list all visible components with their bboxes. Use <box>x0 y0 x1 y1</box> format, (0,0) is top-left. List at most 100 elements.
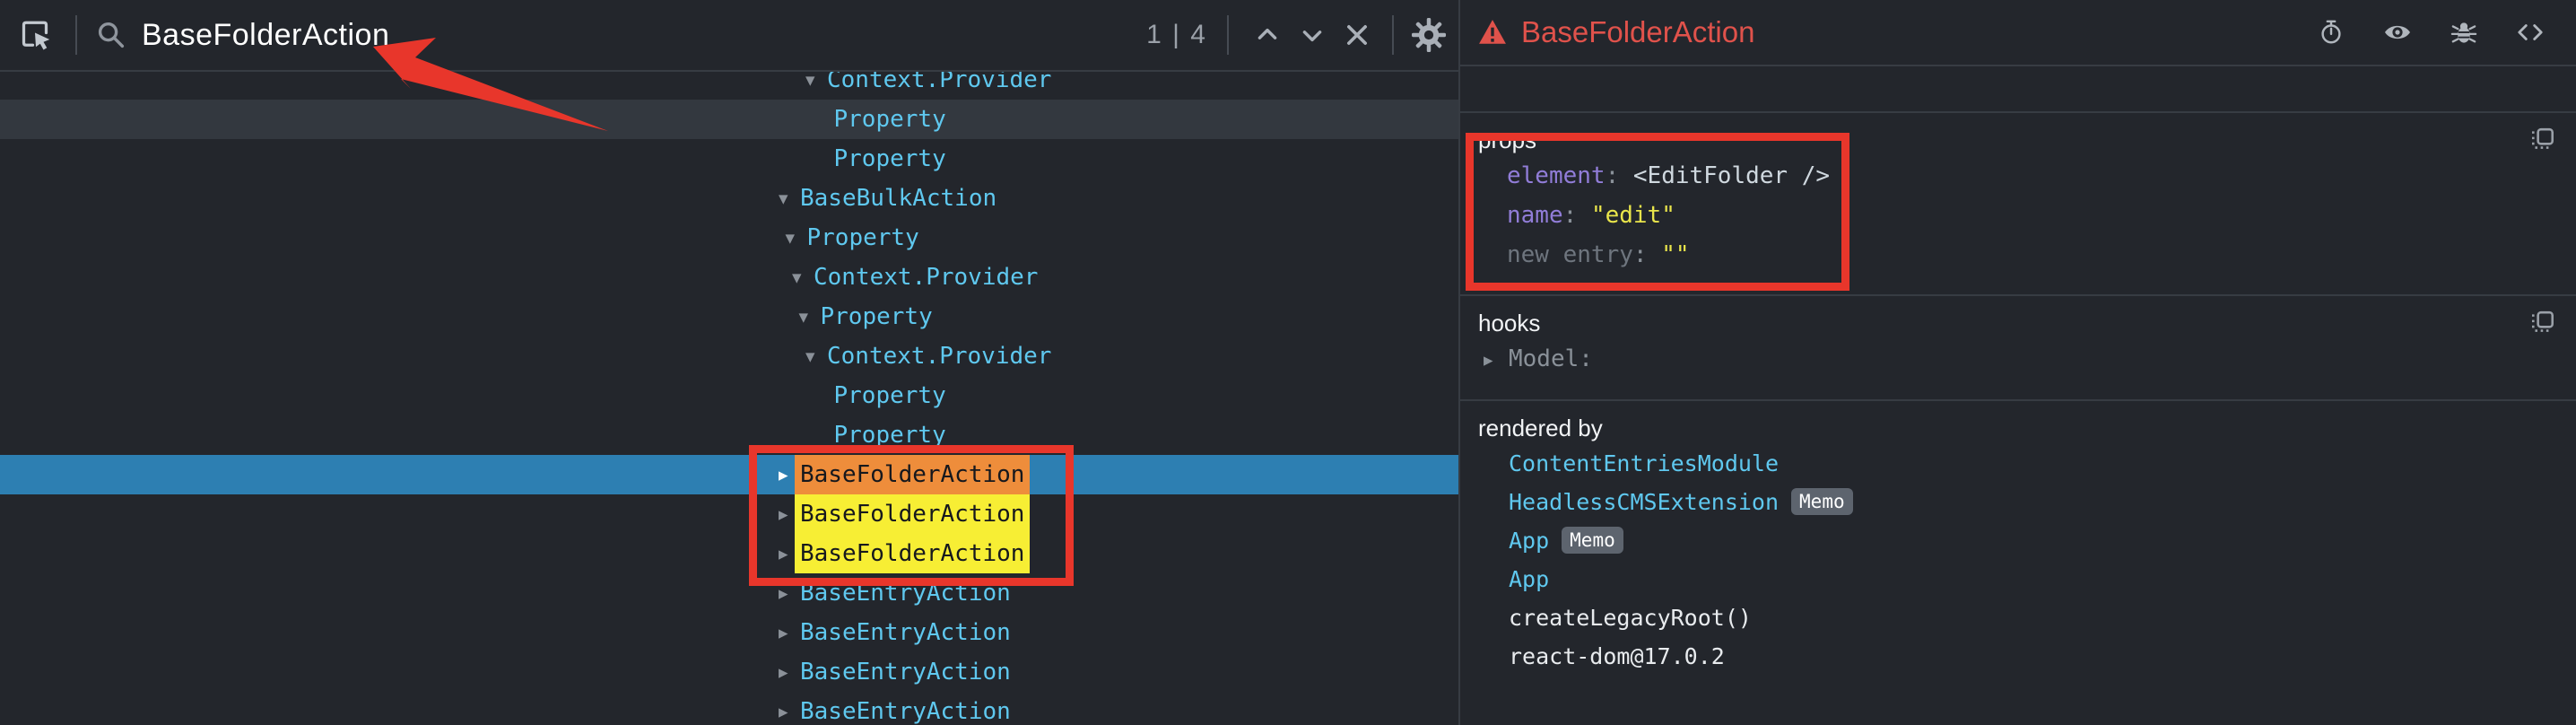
component-name[interactable]: BaseFolderAction <box>795 494 1030 534</box>
owner-row: react-dom@17.0.2 <box>1478 637 2556 676</box>
tree-row[interactable]: ▸BaseFolderAction <box>0 455 1458 494</box>
search-input[interactable]: BaseFolderAction <box>142 18 389 53</box>
disclosure-triangle-icon[interactable]: ▸ <box>779 661 800 683</box>
component-name[interactable]: Context.Provider <box>827 72 1051 93</box>
components-toolbar: BaseFolderAction 1 | 4 <box>0 0 1458 72</box>
tree-row[interactable]: Property <box>0 415 1458 455</box>
tree-row[interactable]: ▸BaseEntryAction <box>0 652 1458 692</box>
owner-row: ContentEntriesModule <box>1478 444 2556 483</box>
owner-name[interactable]: App <box>1509 528 1549 554</box>
rendered-by-section: rendered by ContentEntriesModule Headless… <box>1460 401 2576 695</box>
search-result-count: 1 | 4 <box>1146 20 1207 50</box>
hooks-section: hooks ▸Model: <box>1460 296 2576 401</box>
hooks-section-title: hooks <box>1478 307 1540 339</box>
tree-row[interactable]: ▾Context.Provider <box>0 72 1458 100</box>
disclosure-triangle-icon[interactable]: ▾ <box>792 266 814 288</box>
owner-name: createLegacyRoot() <box>1509 605 1752 631</box>
component-name[interactable]: Property <box>834 106 946 133</box>
chevron-down-icon[interactable] <box>1290 13 1335 57</box>
inspected-element-header: BaseFolderAction <box>1460 0 2576 66</box>
disclosure-triangle-icon[interactable]: ▾ <box>799 306 821 328</box>
prop-value[interactable]: "" <box>1661 241 1689 268</box>
tree-row[interactable]: Property <box>0 376 1458 415</box>
hook-name: Model <box>1509 345 1579 372</box>
bug-icon[interactable] <box>2441 10 2486 55</box>
disclosure-triangle-icon[interactable]: ▸ <box>779 701 800 722</box>
copy-icon[interactable] <box>2529 127 2556 153</box>
owner-name[interactable]: App <box>1509 566 1549 592</box>
eye-icon[interactable] <box>2375 10 2420 55</box>
props-section: props element: <EditFolder />name: "edit… <box>1460 113 2576 296</box>
owner-row: HeadlessCMSExtensionMemo <box>1478 483 2556 521</box>
tree-row[interactable]: ▸BaseEntryAction <box>0 613 1458 652</box>
disclosure-triangle-icon[interactable]: ▾ <box>805 345 827 367</box>
prop-value[interactable]: "edit" <box>1591 202 1675 229</box>
inspector-spacer <box>1460 66 2576 113</box>
disclosure-triangle-icon[interactable]: ▾ <box>786 227 807 249</box>
tree-row[interactable]: ▸BaseEntryAction <box>0 573 1458 613</box>
tree-row[interactable]: ▸BaseFolderAction <box>0 534 1458 573</box>
component-name[interactable]: BaseBulkAction <box>800 185 996 212</box>
prop-key[interactable]: element <box>1507 162 1606 189</box>
prop-key[interactable]: name <box>1507 202 1563 229</box>
component-name[interactable]: BaseEntryAction <box>800 580 1011 607</box>
prop-colon: : <box>1563 202 1591 229</box>
close-icon[interactable] <box>1335 13 1379 57</box>
code-brackets-icon[interactable] <box>2508 10 2553 55</box>
tree-row[interactable]: ▾Property <box>0 297 1458 336</box>
props-section-title: props <box>1478 124 1536 156</box>
component-name[interactable]: BaseFolderAction <box>795 455 1030 494</box>
component-name[interactable]: Context.Provider <box>814 264 1038 291</box>
prop-row[interactable]: new entry: "" <box>1478 235 2556 275</box>
prop-row[interactable]: element: <EditFolder /> <box>1478 156 2556 196</box>
owner-row: App <box>1478 560 2556 598</box>
tree-row[interactable]: Property <box>0 100 1458 139</box>
copy-icon[interactable] <box>2529 310 2556 336</box>
tree-row[interactable]: ▾BaseBulkAction <box>0 179 1458 218</box>
owner-row: createLegacyRoot() <box>1478 598 2556 637</box>
owner-name[interactable]: ContentEntriesModule <box>1509 450 1779 476</box>
owner-name: react-dom@17.0.2 <box>1509 643 1725 669</box>
component-name[interactable]: Property <box>807 224 919 251</box>
component-name[interactable]: BaseEntryAction <box>800 698 1011 725</box>
inspected-element-panel: BaseFolderAction <box>1460 0 2576 725</box>
tree-row[interactable]: Property <box>0 139 1458 179</box>
component-name[interactable]: BaseEntryAction <box>800 619 1011 646</box>
select-element-icon[interactable] <box>13 13 57 57</box>
component-name[interactable]: Property <box>834 382 946 409</box>
tree-row[interactable]: ▸BaseFolderAction <box>0 494 1458 534</box>
component-name[interactable]: Property <box>834 422 946 449</box>
prop-row[interactable]: name: "edit" <box>1478 196 2556 235</box>
prop-value[interactable]: <EditFolder /> <box>1633 162 1830 189</box>
disclosure-triangle-icon[interactable]: ▸ <box>779 622 800 643</box>
prop-colon: : <box>1633 241 1661 268</box>
hook-colon: : <box>1579 345 1593 372</box>
rendered-by-section-title: rendered by <box>1478 412 1603 444</box>
tree-row[interactable]: ▾Property <box>0 218 1458 258</box>
chevron-up-icon[interactable] <box>1245 13 1290 57</box>
tree-row[interactable]: ▾Context.Provider <box>0 336 1458 376</box>
owner-name[interactable]: HeadlessCMSExtension <box>1509 489 1779 515</box>
hook-row[interactable]: ▸Model: <box>1478 339 2556 380</box>
memo-badge: Memo <box>1562 527 1623 554</box>
warning-triangle-icon <box>1478 19 1507 46</box>
tree-row[interactable]: ▾Context.Provider <box>0 258 1458 297</box>
component-name[interactable]: Property <box>834 145 946 172</box>
component-name[interactable]: BaseFolderAction <box>795 534 1030 573</box>
inspected-component-title: BaseFolderAction <box>1521 15 1754 49</box>
prop-key[interactable]: new entry <box>1507 241 1633 268</box>
toolbar-divider <box>1227 15 1229 55</box>
stopwatch-icon[interactable] <box>2309 10 2354 55</box>
prop-colon: : <box>1606 162 1633 189</box>
component-name[interactable]: Context.Provider <box>827 343 1051 370</box>
component-name[interactable]: Property <box>821 303 933 330</box>
disclosure-triangle-icon[interactable]: ▾ <box>805 72 827 91</box>
component-tree[interactable]: ▾Context.ProviderPropertyProperty▾BaseBu… <box>0 72 1458 725</box>
gear-icon[interactable] <box>1406 13 1451 57</box>
tree-row[interactable]: ▸BaseEntryAction <box>0 692 1458 725</box>
disclosure-triangle-icon[interactable]: ▸ <box>1484 340 1509 380</box>
component-name[interactable]: BaseEntryAction <box>800 659 1011 686</box>
disclosure-triangle-icon[interactable]: ▸ <box>779 582 800 604</box>
react-devtools-window: BaseFolderAction 1 | 4 <box>0 0 2576 725</box>
disclosure-triangle-icon[interactable]: ▾ <box>779 188 800 209</box>
